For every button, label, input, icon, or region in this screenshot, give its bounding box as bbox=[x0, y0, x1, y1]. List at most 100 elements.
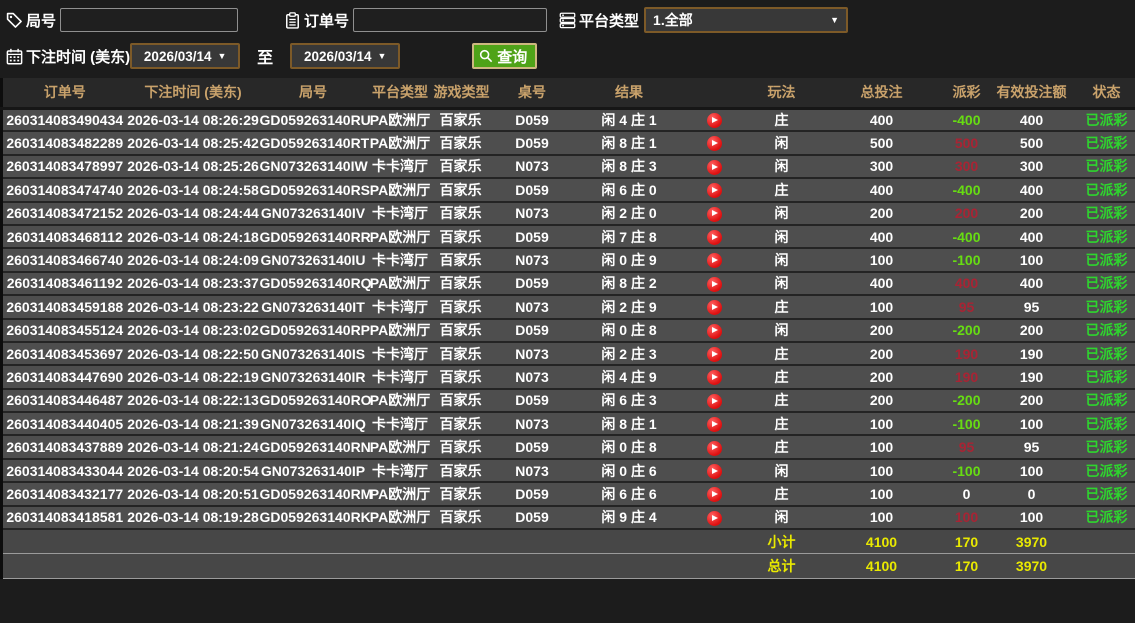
search-icon bbox=[480, 49, 493, 62]
cell-result: 闲 4 庄 9 bbox=[576, 365, 682, 390]
cell-order: 260314083459188 bbox=[1, 295, 127, 320]
cell-round: GD059263140RN bbox=[259, 435, 371, 460]
table-row: 260314083433044 2026-03-14 08:20:54 GN0732… bbox=[1, 458, 1135, 484]
play-video-icon[interactable] bbox=[706, 487, 722, 503]
cell-round: GD059263140RM bbox=[259, 482, 372, 507]
cell-play: 闲 bbox=[746, 131, 817, 156]
cell-status: 已派彩 bbox=[1076, 108, 1135, 133]
cell-order: 260314083474740 bbox=[1, 178, 127, 203]
cell-game: 百家乐 bbox=[433, 295, 488, 320]
cell-round: GN073263140IU bbox=[259, 248, 367, 273]
column-header-spacer bbox=[681, 78, 747, 110]
cell-status: 已派彩 bbox=[1076, 388, 1135, 414]
search-button[interactable]: 查询 bbox=[472, 43, 538, 69]
cell-payout: 500 bbox=[946, 131, 987, 156]
cell-status bbox=[1076, 528, 1135, 555]
cell-status: 已派彩 bbox=[1076, 365, 1135, 390]
tag-icon bbox=[6, 12, 23, 29]
play-video-icon[interactable] bbox=[706, 276, 722, 292]
date-from-value: 2026/03/14 bbox=[143, 48, 212, 64]
cell-order: 260314083490434 bbox=[1, 108, 127, 133]
cell-round: GD059263140RT bbox=[259, 131, 369, 156]
table-row: 260314083437889 2026-03-14 08:21:24 GD0592… bbox=[1, 435, 1135, 460]
table-row: 260314083482289 2026-03-14 08:25:42 GD0592… bbox=[1, 131, 1135, 156]
cell-platform: 卡卡湾厅 bbox=[366, 201, 434, 226]
cell-time: 2026-03-14 08:20:54 bbox=[126, 458, 260, 484]
play-video-icon[interactable] bbox=[706, 159, 722, 175]
play-video-icon[interactable] bbox=[706, 370, 722, 386]
column-header-result: 结果 bbox=[576, 78, 682, 110]
cell-icon bbox=[681, 505, 747, 531]
cell-payout: 95 bbox=[946, 295, 987, 320]
cell-time: 2026-03-14 08:22:13 bbox=[126, 388, 260, 414]
play-video-icon[interactable] bbox=[706, 230, 722, 246]
cell-total: 200 bbox=[816, 201, 947, 226]
cell-result: 闲 0 庄 9 bbox=[576, 248, 682, 273]
cell-valid: 200 bbox=[986, 318, 1077, 343]
cell-payout: 400 bbox=[946, 271, 987, 297]
play-video-icon[interactable] bbox=[706, 113, 722, 129]
server-stack-icon bbox=[559, 12, 576, 29]
cell-total: 500 bbox=[816, 131, 947, 156]
cell-total: 400 bbox=[816, 178, 947, 203]
cell-result: 闲 0 庄 8 bbox=[576, 435, 682, 460]
column-header-bet-time: 下注时间 (美东) bbox=[126, 78, 260, 110]
cell-table_no: N073 bbox=[487, 412, 577, 437]
cell-game: 百家乐 bbox=[433, 248, 488, 273]
play-video-icon[interactable] bbox=[706, 300, 722, 316]
play-video-icon[interactable] bbox=[706, 323, 722, 339]
cell-time: 2026-03-14 08:24:18 bbox=[126, 224, 260, 250]
cell-icon bbox=[681, 435, 747, 460]
table-row: 260314083432177 2026-03-14 08:20:51 GD0592… bbox=[1, 482, 1135, 507]
cell-platform: PA欧洲厅 bbox=[366, 178, 434, 203]
cell-result: 闲 2 庄 0 bbox=[576, 201, 682, 226]
cell-round: GD059263140RU bbox=[259, 108, 371, 133]
round-number-input[interactable] bbox=[60, 8, 239, 32]
cell-result bbox=[576, 553, 682, 579]
cell-status: 已派彩 bbox=[1076, 224, 1135, 250]
cell-order: 260314083468112 bbox=[1, 224, 127, 250]
cell-icon bbox=[681, 482, 747, 507]
platform-type-select[interactable]: 1.全部 ▼ bbox=[644, 7, 849, 33]
column-header-status: 状态 bbox=[1076, 78, 1135, 110]
cell-game: 百家乐 bbox=[433, 435, 488, 460]
play-video-icon[interactable] bbox=[706, 393, 722, 409]
play-video-icon[interactable] bbox=[706, 440, 722, 456]
cell-valid: 95 bbox=[986, 435, 1077, 460]
cell-table_no: D059 bbox=[487, 178, 577, 203]
cell-result: 闲 8 庄 1 bbox=[576, 412, 682, 437]
cell-payout: 300 bbox=[946, 154, 987, 180]
cell-play: 庄 bbox=[746, 295, 817, 320]
play-video-icon[interactable] bbox=[706, 183, 722, 199]
cell-icon bbox=[681, 201, 747, 226]
order-number-input[interactable] bbox=[353, 8, 548, 32]
cell-status: 已派彩 bbox=[1076, 178, 1135, 203]
calendar-icon bbox=[6, 48, 23, 65]
cell-game: 百家乐 bbox=[433, 224, 488, 250]
cell-table_no: D059 bbox=[487, 388, 577, 414]
play-video-icon[interactable] bbox=[706, 253, 722, 269]
play-video-icon[interactable] bbox=[706, 136, 722, 152]
cell-valid: 190 bbox=[986, 341, 1077, 367]
cell-total: 100 bbox=[816, 435, 947, 460]
cell-platform: 卡卡湾厅 bbox=[366, 412, 434, 437]
platform-type-value: 1.全部 bbox=[653, 12, 693, 28]
play-video-icon[interactable] bbox=[706, 510, 722, 526]
play-video-icon[interactable] bbox=[706, 206, 722, 222]
play-video-icon[interactable] bbox=[706, 417, 722, 433]
play-video-icon[interactable] bbox=[706, 463, 722, 479]
cell-table_no: D059 bbox=[487, 131, 577, 156]
cell-table_no: N073 bbox=[487, 365, 577, 390]
cell-order: 260314083466740 bbox=[1, 248, 127, 273]
cell-round: GN073263140IP bbox=[259, 458, 367, 484]
cell-game: 百家乐 bbox=[433, 341, 488, 367]
play-video-icon[interactable] bbox=[706, 347, 722, 362]
summary-label: 总计 bbox=[746, 553, 817, 579]
date-to-select[interactable]: 2026/03/14 ▼ bbox=[290, 43, 401, 69]
cell-game: 百家乐 bbox=[433, 318, 488, 343]
cell-payout: 190 bbox=[946, 365, 987, 390]
cell-total: 100 bbox=[816, 505, 947, 531]
cell-time: 2026-03-14 08:23:22 bbox=[126, 295, 260, 320]
cell-order: 260314083453697 bbox=[1, 341, 127, 367]
date-from-select[interactable]: 2026/03/14 ▼ bbox=[130, 43, 241, 69]
